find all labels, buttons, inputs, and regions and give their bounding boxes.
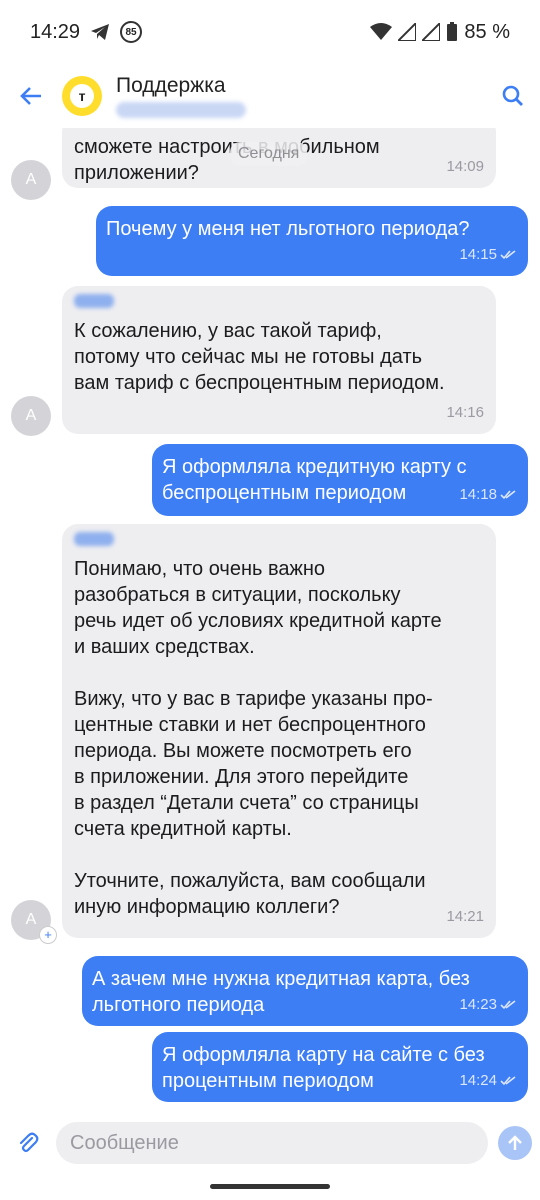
- message-text: К сожалению, у вас такой тариф, потому ч…: [74, 320, 445, 394]
- outgoing-message[interactable]: Я оформляла кредитную карту с беспроцент…: [152, 444, 528, 516]
- typing-status-redacted: [116, 102, 246, 118]
- agent-avatar[interactable]: A: [11, 160, 51, 200]
- message-time: 14:24: [459, 1068, 516, 1094]
- logo-letter: т: [70, 84, 94, 108]
- wifi-icon: [370, 23, 393, 40]
- telegram-icon: [91, 24, 110, 40]
- agent-avatar[interactable]: A: [11, 396, 51, 436]
- incoming-message[interactable]: К сожалению, у вас такой тариф, потому ч…: [62, 286, 496, 434]
- agent-avatar[interactable]: A +: [11, 900, 57, 944]
- outgoing-message[interactable]: А зачем мне нужна кредитная карта, без л…: [82, 956, 528, 1026]
- outgoing-message[interactable]: Почему у меня нет льготного периода? 14:…: [96, 206, 528, 276]
- battery-icon: [447, 22, 458, 41]
- read-checkmarks-icon: [500, 250, 516, 260]
- message-time: 14:21: [446, 908, 484, 925]
- back-arrow-icon: [20, 87, 41, 105]
- read-checkmarks-icon: [500, 1076, 516, 1086]
- search-icon: [502, 85, 523, 106]
- message-time: 14:09: [446, 158, 484, 175]
- header-text[interactable]: Поддержка: [116, 74, 486, 118]
- attach-button[interactable]: [0, 1110, 56, 1176]
- signal-icon: [398, 23, 417, 41]
- message-time: 14:18: [459, 482, 516, 508]
- send-button[interactable]: [498, 1126, 532, 1160]
- paperclip-icon: [19, 1132, 39, 1153]
- read-checkmarks-icon: [500, 490, 516, 500]
- back-button[interactable]: [0, 64, 62, 128]
- status-right: 85 %: [370, 21, 510, 44]
- message-time: 14:15: [459, 242, 516, 268]
- date-separator: Сегодня: [230, 142, 308, 166]
- sender-name-redacted: [74, 294, 114, 308]
- clock: 14:29: [30, 20, 81, 43]
- sender-name-redacted: [74, 532, 114, 546]
- composer: Сообщение: [0, 1110, 540, 1176]
- message-text: А зачем мне нужна кредитная карта, без л…: [92, 968, 470, 1016]
- message-text: Понимаю, что очень важно разобраться в с…: [74, 558, 442, 918]
- message-list[interactable]: сможете настроить в мобильном приложении…: [0, 128, 540, 1110]
- notification-badge-icon: 85: [120, 21, 143, 43]
- message-text: Почему у меня нет льготного периода?: [106, 218, 470, 240]
- signal-icon-2: [422, 23, 441, 41]
- status-bar: 14:29 85 85 %: [0, 0, 540, 64]
- message-input[interactable]: Сообщение: [56, 1122, 488, 1164]
- search-button[interactable]: [486, 64, 540, 128]
- incoming-message[interactable]: Понимаю, что очень важно разобраться в с…: [62, 524, 496, 938]
- add-icon: +: [39, 926, 57, 944]
- read-checkmarks-icon: [500, 1000, 516, 1010]
- bank-logo[interactable]: т: [62, 76, 102, 116]
- message-time: 14:16: [446, 404, 484, 421]
- status-left: 14:29 85: [30, 20, 143, 44]
- message-time: 14:23: [459, 992, 516, 1018]
- chat-header: т Поддержка: [0, 64, 540, 128]
- home-indicator[interactable]: [210, 1184, 330, 1189]
- chat-title: Поддержка: [116, 74, 226, 97]
- battery-level: 85 %: [464, 20, 510, 43]
- outgoing-message[interactable]: Я оформляла карту на сайте с без процент…: [152, 1032, 528, 1102]
- arrow-up-icon: [508, 1135, 522, 1150]
